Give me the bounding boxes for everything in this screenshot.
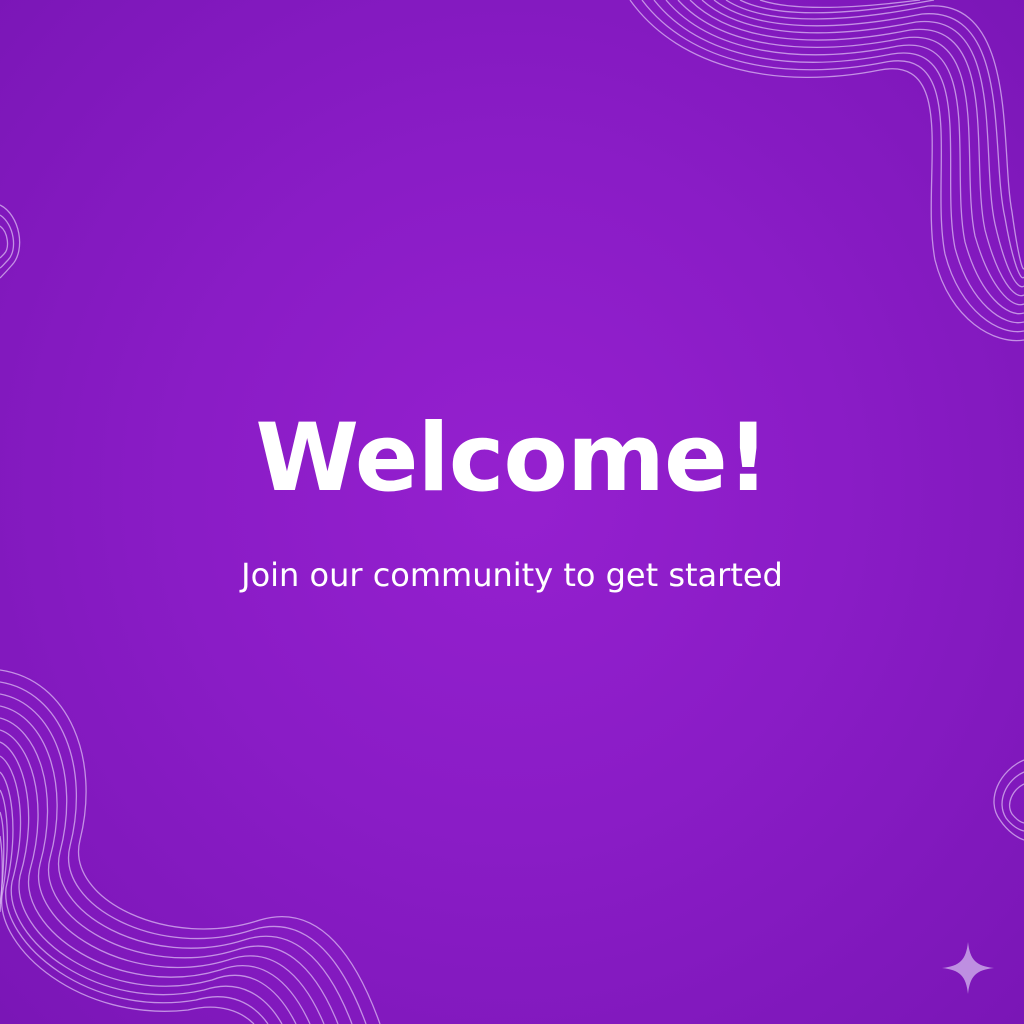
welcome-screen: Welcome! Join our community to get start…	[0, 0, 1024, 1024]
welcome-title: Welcome!	[255, 404, 769, 513]
sparkle-icon	[942, 942, 994, 994]
welcome-subtitle: Join our community to get started	[241, 556, 783, 594]
